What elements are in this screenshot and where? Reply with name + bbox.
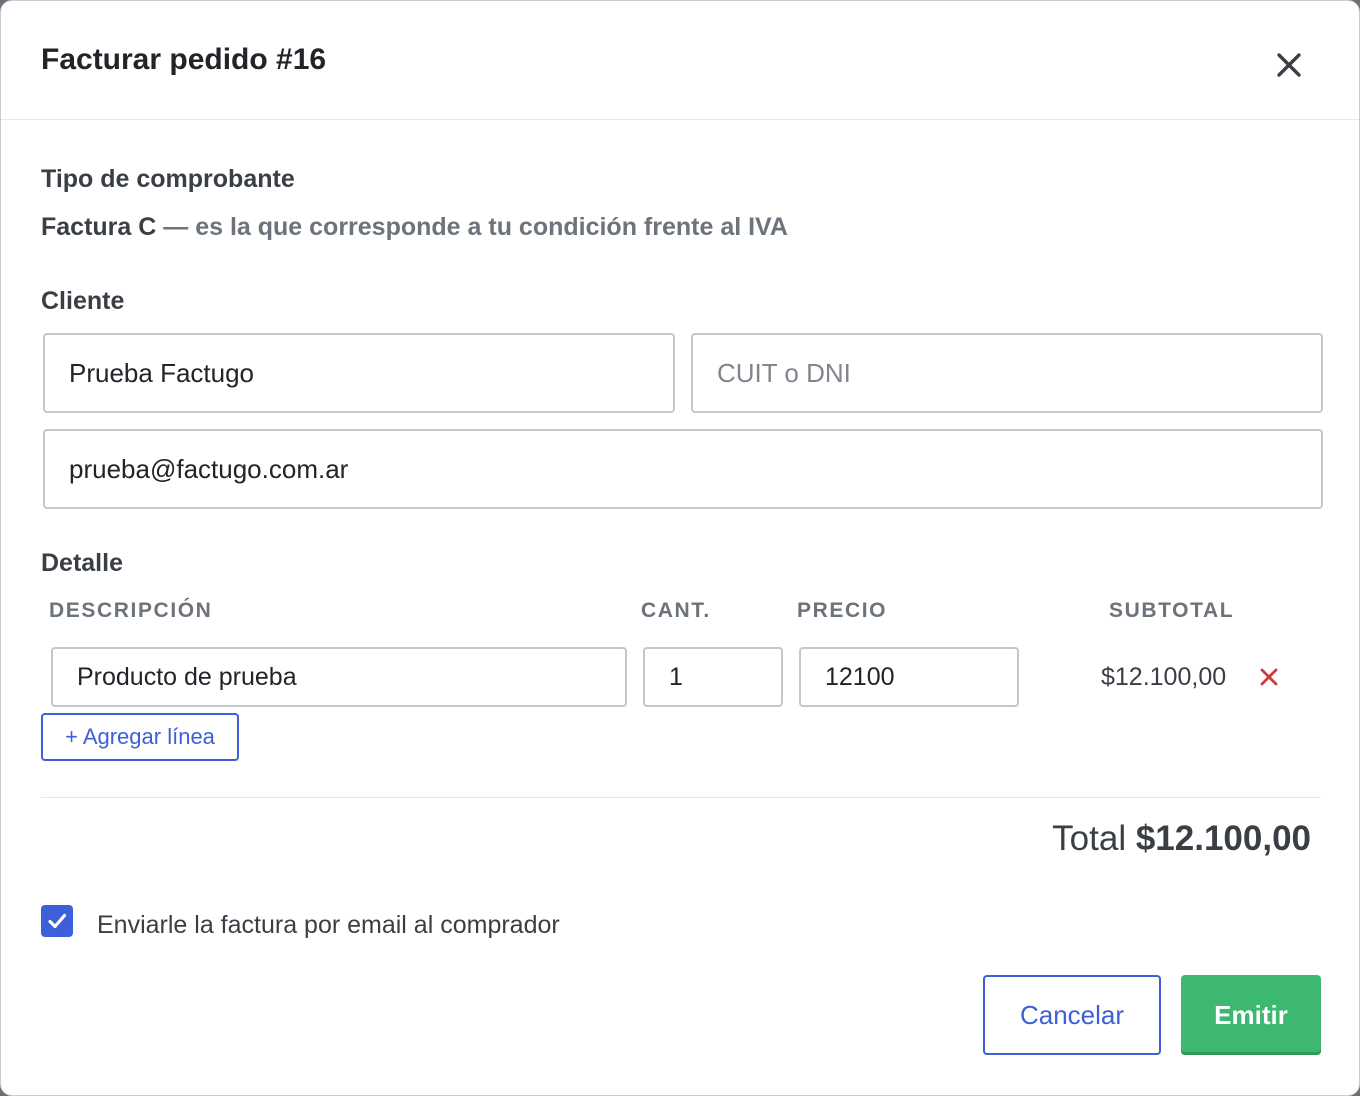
cliente-label: Cliente — [41, 287, 125, 315]
remove-line-button[interactable] — [1255, 663, 1283, 691]
close-icon — [1277, 53, 1301, 77]
email-buyer-label[interactable]: Enviarle la factura por email al comprad… — [97, 911, 560, 940]
add-line-button[interactable]: + Agregar línea — [41, 713, 239, 761]
column-header-descripcion: DESCRIPCIÓN — [49, 599, 213, 622]
remove-icon — [1260, 668, 1278, 686]
total-display: Total $12.100,00 — [1052, 819, 1311, 859]
client-doc-input[interactable] — [691, 333, 1323, 413]
close-button[interactable] — [1271, 47, 1307, 83]
emit-button[interactable]: Emitir — [1181, 975, 1321, 1055]
line-description-input[interactable] — [51, 647, 627, 707]
modal-header: Facturar pedido #16 — [1, 1, 1359, 120]
email-buyer-checkbox[interactable] — [41, 905, 73, 937]
client-email-input[interactable] — [43, 429, 1323, 509]
tipo-description: — es la que corresponde a tu condición f… — [156, 213, 788, 241]
line-subtotal: $12.100,00 — [1101, 663, 1227, 691]
total-amount: $12.100,00 — [1135, 819, 1311, 858]
column-header-precio: PRECIO — [797, 599, 888, 622]
column-header-subtotal: SUBTOTAL — [1109, 599, 1235, 622]
column-header-cantidad: CANT. — [641, 599, 711, 622]
checkmark-icon — [48, 913, 67, 929]
client-name-input[interactable] — [43, 333, 675, 413]
detalle-label: Detalle — [41, 549, 123, 577]
line-quantity-input[interactable] — [643, 647, 783, 707]
total-label: Total — [1052, 819, 1136, 858]
modal-title: Facturar pedido #16 — [41, 43, 327, 76]
tipo-name: Factura C — [41, 213, 157, 241]
invoice-modal: Facturar pedido #16 Tipo de comprobante … — [0, 0, 1360, 1096]
tipo-comprobante-label: Tipo de comprobante — [41, 165, 295, 193]
divider — [41, 797, 1321, 798]
cancel-button[interactable]: Cancelar — [983, 975, 1161, 1055]
line-price-input[interactable] — [799, 647, 1019, 707]
tipo-comprobante-value: Factura C — es la que corresponde a tu c… — [41, 213, 788, 242]
